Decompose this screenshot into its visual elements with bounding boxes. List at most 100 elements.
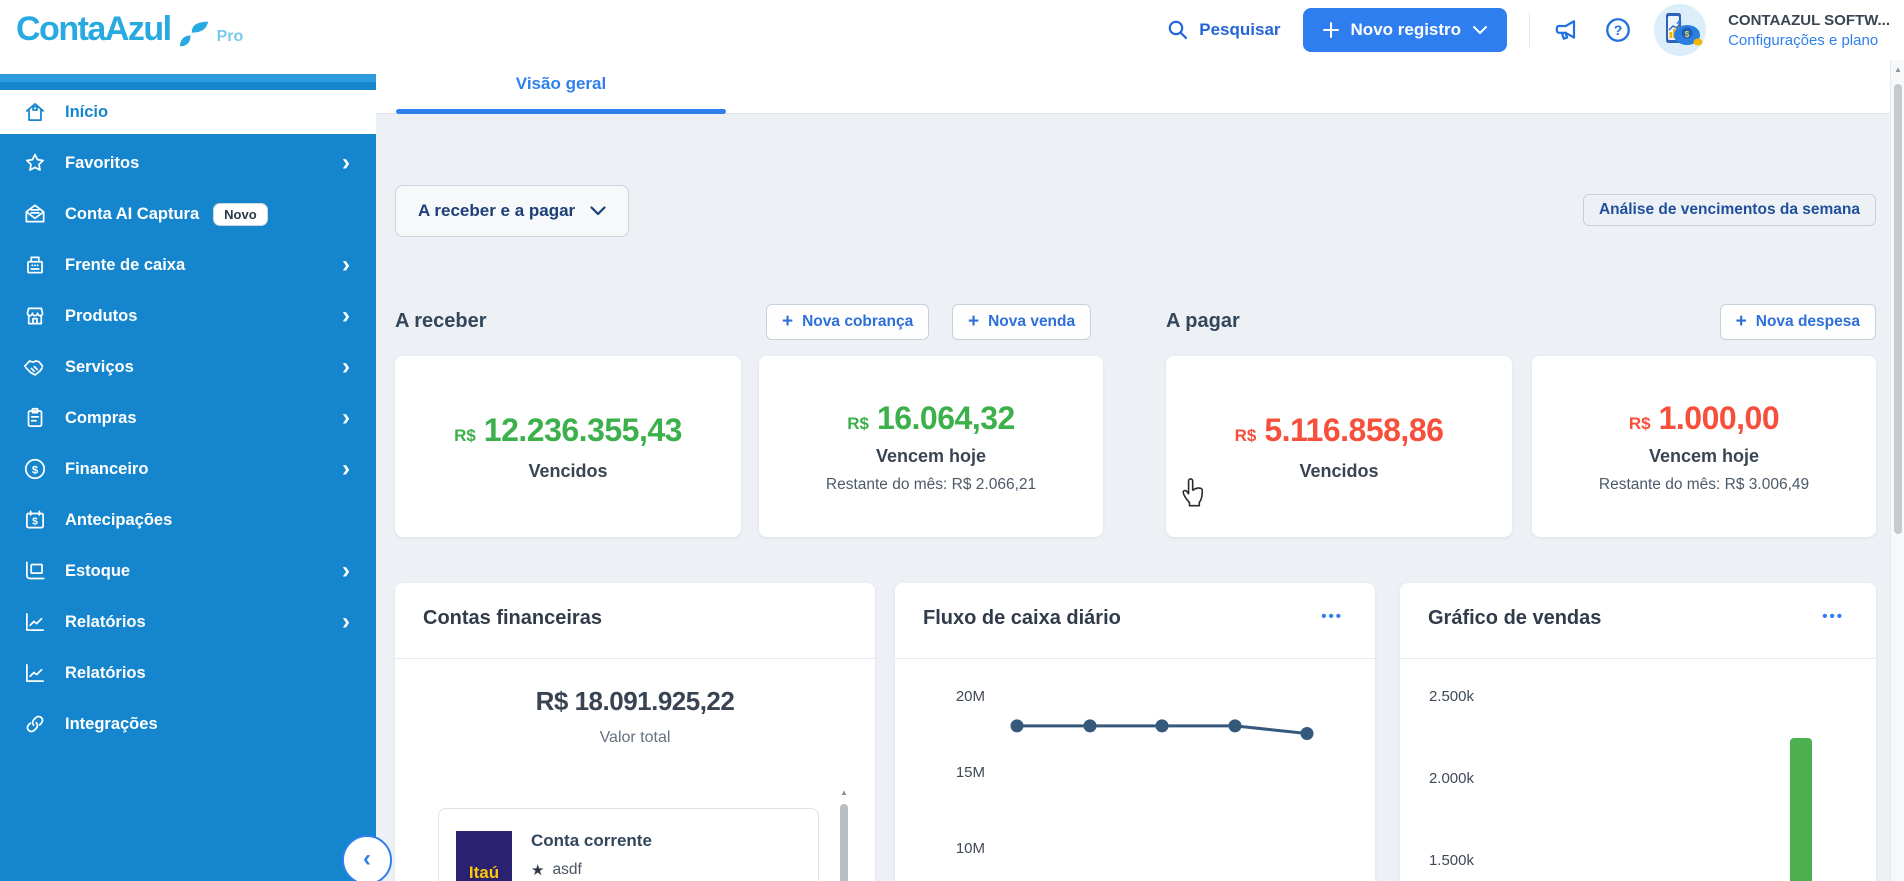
- sidebar-item-inicio[interactable]: Início: [0, 90, 376, 134]
- sidebar-item-label: Financeiro: [65, 460, 148, 479]
- accounts-list-scrollbar[interactable]: ▲: [839, 788, 849, 881]
- sidebar-item-label: Estoque: [65, 562, 130, 581]
- amount: R$ 5.116.858,86: [1235, 412, 1444, 449]
- payables-overdue-card[interactable]: R$ 5.116.858,86 Vencidos: [1166, 356, 1512, 537]
- scroll-up-arrow-icon[interactable]: ▲: [1891, 65, 1904, 74]
- tab-bar: Visão geral: [376, 60, 1890, 114]
- active-tab-underline: [396, 109, 726, 114]
- search-label: Pesquisar: [1199, 20, 1280, 40]
- sidebar-item-financeiro[interactable]: $ Financeiro ›: [0, 447, 376, 491]
- sidebar-item-label: Relatórios: [65, 664, 146, 683]
- new-sale-button[interactable]: + Nova venda: [952, 304, 1091, 340]
- scrollbar-thumb[interactable]: [1894, 84, 1902, 534]
- chevron-right-icon: ›: [342, 561, 350, 581]
- accounts-total-value: R$ 18.091.925,22: [395, 686, 875, 717]
- ellipsis-icon: •••: [1321, 608, 1343, 625]
- tab-visao-geral[interactable]: Visão geral: [396, 74, 726, 94]
- leaf-icon: [179, 20, 209, 48]
- y-axis-tick: 2.500k: [1414, 688, 1474, 705]
- dropdown-label: A receber e a pagar: [418, 201, 575, 221]
- cash-register-icon: [22, 252, 48, 278]
- megaphone-icon: [1552, 16, 1582, 44]
- new-charge-label: Nova cobrança: [802, 313, 913, 331]
- novo-badge: Novo: [213, 203, 268, 226]
- sidebar-item-label: Compras: [65, 409, 137, 428]
- accounts-total-label: Valor total: [395, 729, 875, 747]
- y-axis-tick: 15M: [925, 764, 985, 781]
- account-name: asdf: [552, 861, 581, 879]
- clipboard-icon: [22, 405, 48, 431]
- announcements-button[interactable]: [1552, 16, 1582, 44]
- widget-header: Contas financeiras: [395, 583, 875, 659]
- card-label: Vencem hoje: [1649, 446, 1759, 467]
- new-record-label: Novo registro: [1351, 20, 1462, 40]
- new-sale-label: Nova venda: [988, 313, 1075, 331]
- new-expense-button[interactable]: + Nova despesa: [1720, 304, 1876, 340]
- settings-and-plan-link[interactable]: Configurações e plano: [1728, 32, 1890, 49]
- chevron-left-icon: ‹: [363, 845, 371, 873]
- account-list-item[interactable]: Itaú Conta corrente ★ asdf: [438, 808, 819, 881]
- new-record-button[interactable]: Novo registro: [1303, 8, 1508, 52]
- widget-header: Fluxo de caixa diário •••: [895, 583, 1375, 659]
- sidebar-collapse-button[interactable]: ‹: [342, 835, 392, 881]
- sales-chart-plot: 2.500k 2.000k 1.500k: [1400, 658, 1876, 881]
- sidebar-item-integracoes[interactable]: Integrações: [0, 702, 376, 746]
- amount-value: 1.000,00: [1659, 400, 1780, 437]
- payables-section-title: A pagar: [1166, 310, 1240, 333]
- sidebar-item-relatorios-2[interactable]: Relatórios: [0, 651, 376, 695]
- receivables-due-today-card[interactable]: R$ 16.064,32 Vencem hoje Restante do mês…: [759, 356, 1103, 537]
- favorite-star-icon[interactable]: ★: [531, 861, 544, 879]
- y-axis-tick: 1.500k: [1414, 852, 1474, 869]
- star-icon: [22, 150, 48, 176]
- card-sublabel: Restante do mês: R$ 3.006,49: [1599, 476, 1809, 494]
- piggybank-avatar-illustration: $: [1654, 4, 1706, 56]
- card-label: Vencidos: [1299, 461, 1378, 482]
- new-charge-button[interactable]: + Nova cobrança: [766, 304, 929, 340]
- financial-accounts-widget: Contas financeiras R$ 18.091.925,22 Valo…: [395, 583, 875, 881]
- sidebar-item-estoque[interactable]: Estoque ›: [0, 549, 376, 593]
- calendar-dollar-icon: $: [22, 507, 48, 533]
- plus-icon: [1323, 22, 1339, 38]
- sidebar-item-favoritos[interactable]: Favoritos ›: [0, 141, 376, 185]
- receivables-payables-dropdown[interactable]: A receber e a pagar: [395, 185, 629, 237]
- chart-line-icon: [22, 609, 48, 635]
- topbar-divider: [1529, 13, 1530, 47]
- global-search[interactable]: Pesquisar: [1166, 18, 1280, 42]
- y-axis-tick: 2.000k: [1414, 770, 1474, 787]
- sidebar-item-antecipacoes[interactable]: $ Antecipações: [0, 498, 376, 542]
- scrollbar-thumb[interactable]: [840, 804, 848, 881]
- sidebar-item-produtos[interactable]: Produtos ›: [0, 294, 376, 338]
- currency: R$: [847, 414, 869, 434]
- cashflow-chart-plot: 20M15M10M: [895, 658, 1375, 881]
- amount-value: 5.116.858,86: [1264, 412, 1443, 449]
- top-bar-actions: Pesquisar Novo registro: [1166, 0, 1890, 60]
- sidebar-item-label: Serviços: [65, 358, 134, 377]
- y-axis-tick: 10M: [925, 840, 985, 857]
- sidebar-item-conta-ai-captura[interactable]: Conta AI Captura Novo: [0, 192, 376, 236]
- sidebar-item-compras[interactable]: Compras ›: [0, 396, 376, 440]
- page-scrollbar[interactable]: ▲: [1890, 60, 1904, 881]
- sidebar-item-frente-de-caixa[interactable]: Frente de caixa ›: [0, 243, 376, 287]
- currency: R$: [1235, 426, 1257, 446]
- account-name-row: ★ asdf: [531, 861, 582, 879]
- handshake-icon: [22, 354, 48, 380]
- help-button[interactable]: ?: [1604, 16, 1632, 44]
- sidebar-item-label: Antecipações: [65, 511, 172, 530]
- sidebar-item-label: Início: [65, 103, 108, 122]
- dollar-circle-icon: $: [22, 456, 48, 482]
- svg-text:?: ?: [1614, 22, 1623, 38]
- sidebar-item-servicos[interactable]: Serviços ›: [0, 345, 376, 389]
- company-avatar[interactable]: $: [1654, 4, 1706, 56]
- contaazul-logo[interactable]: ContaAzul Pro: [16, 10, 243, 48]
- sidebar-item-relatorios[interactable]: Relatórios ›: [0, 600, 376, 644]
- currency: R$: [454, 426, 476, 446]
- payables-due-today-card[interactable]: R$ 1.000,00 Vencem hoje Restante do mês:…: [1532, 356, 1876, 537]
- widget-menu-button[interactable]: •••: [1816, 607, 1850, 626]
- scroll-up-arrow-icon[interactable]: ▲: [839, 788, 849, 797]
- weekly-due-analysis-button[interactable]: Análise de vencimentos da semana: [1583, 194, 1876, 226]
- chevron-down-icon: [590, 206, 606, 216]
- plus-icon: +: [1736, 315, 1747, 329]
- receivables-overdue-card[interactable]: R$ 12.236.355,43 Vencidos: [395, 356, 741, 537]
- receivables-section-title: A receber: [395, 310, 487, 333]
- widget-menu-button[interactable]: •••: [1315, 607, 1349, 626]
